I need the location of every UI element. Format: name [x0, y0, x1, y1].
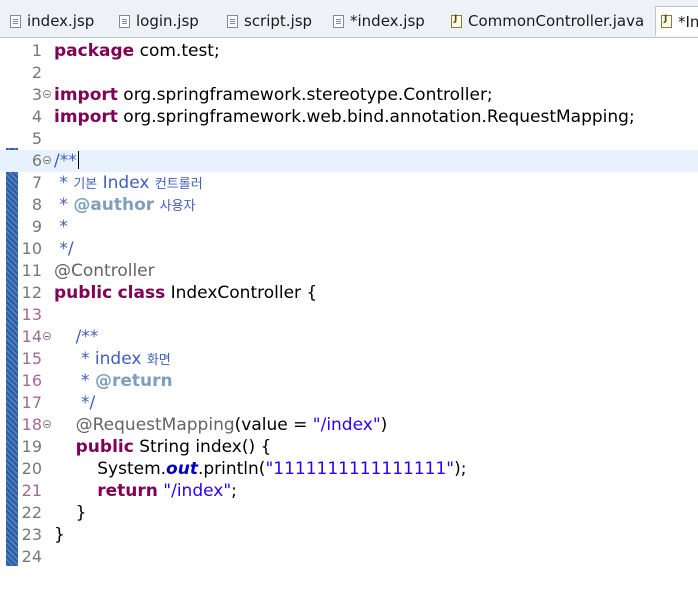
- line-number: 13: [21, 305, 42, 324]
- code-text: * @author 사용자: [54, 195, 196, 215]
- code-line: 13: [0, 304, 698, 326]
- code-text: @Controller: [54, 261, 155, 281]
- line-number: 5: [31, 129, 42, 148]
- code-line: 2: [0, 62, 698, 84]
- tab-label: index.jsp: [27, 12, 95, 30]
- code-line: 1 package com.test;: [0, 40, 698, 62]
- line-number: 3: [31, 85, 42, 104]
- line-number: 11: [21, 261, 42, 280]
- jsp-file-icon: [333, 14, 344, 28]
- code-line-current: 6 /**: [0, 150, 698, 172]
- line-number: 15: [21, 349, 42, 368]
- tab-index-controller-java[interactable]: *In: [655, 6, 698, 36]
- tab-label: *index.jsp: [350, 12, 425, 30]
- code-text: /**: [54, 151, 79, 171]
- code-line: 18 @RequestMapping(value = "/index"): [0, 414, 698, 436]
- editor-tab-bar: index.jsp login.jsp script.jsp *index.js…: [0, 0, 698, 38]
- line-number: 7: [31, 173, 42, 192]
- code-text: import org.springframework.web.bind.anno…: [54, 107, 635, 127]
- code-line: 9 *: [0, 216, 698, 238]
- jsp-file-icon: [10, 14, 21, 28]
- code-text: package com.test;: [54, 41, 220, 61]
- fold-toggle-icon[interactable]: [43, 420, 51, 428]
- line-number: 21: [21, 481, 42, 500]
- code-text: System.out.println("1111111111111111");: [54, 459, 467, 479]
- code-line: 4 import org.springframework.web.bind.an…: [0, 106, 698, 128]
- code-text: /**: [54, 327, 99, 347]
- code-line: 3 import org.springframework.stereotype.…: [0, 84, 698, 106]
- code-line: 23 }: [0, 524, 698, 546]
- code-text: return "/index";: [97, 481, 237, 501]
- code-text: */: [54, 239, 74, 259]
- code-line: 14 /**: [0, 326, 698, 348]
- jsp-file-icon: [119, 14, 130, 28]
- line-number: 23: [21, 525, 42, 544]
- code-text: * index 화면: [54, 349, 171, 369]
- tab-label: login.jsp: [136, 12, 199, 30]
- java-file-icon: [451, 14, 462, 28]
- fold-toggle-icon[interactable]: [43, 90, 51, 98]
- line-number: 1: [31, 41, 42, 60]
- code-text: */: [54, 393, 96, 413]
- jsp-file-icon: [227, 14, 238, 28]
- code-line: 20 System.out.println("1111111111111111"…: [0, 458, 698, 480]
- code-text: public String index() {: [75, 437, 272, 457]
- text-cursor: [77, 151, 79, 169]
- java-file-icon: [661, 14, 672, 28]
- code-text: }: [54, 525, 65, 545]
- line-number: 16: [21, 371, 42, 390]
- code-line: 11 @Controller: [0, 260, 698, 282]
- fold-toggle-icon[interactable]: [43, 156, 51, 164]
- code-line: 8 * @author 사용자: [0, 194, 698, 216]
- code-line: 24: [0, 546, 698, 568]
- tab-common-controller-java[interactable]: CommonController.java: [451, 6, 644, 36]
- code-line: 10 */: [0, 238, 698, 260]
- tab-index-jsp[interactable]: index.jsp: [10, 6, 94, 36]
- code-text: * @return: [54, 371, 173, 391]
- tab-label: *In: [678, 12, 698, 31]
- fold-toggle-icon[interactable]: [43, 332, 51, 340]
- line-number: 14: [21, 327, 42, 346]
- code-line: 17 */: [0, 392, 698, 414]
- tab-index-jsp-dirty[interactable]: *index.jsp: [333, 6, 425, 36]
- tab-label: script.jsp: [244, 12, 313, 30]
- code-line: 16 * @return: [0, 370, 698, 392]
- line-number: 22: [21, 503, 42, 522]
- code-editor[interactable]: 1 package com.test; 2 3 import org.sprin…: [0, 38, 698, 600]
- line-number: 2: [31, 63, 42, 82]
- line-number: 9: [31, 217, 42, 236]
- line-number: 8: [31, 195, 42, 214]
- line-number: 24: [21, 547, 42, 566]
- line-number: 17: [21, 393, 42, 412]
- code-line: 7 * 기본 Index 컨트롤러: [0, 172, 698, 194]
- code-line: 22 }: [0, 502, 698, 524]
- line-number: 20: [21, 459, 42, 478]
- code-line: 5: [0, 128, 698, 150]
- tab-login-jsp[interactable]: login.jsp: [119, 6, 199, 36]
- code-text: @RequestMapping(value = "/index"): [75, 415, 388, 435]
- line-number: 19: [21, 437, 42, 456]
- line-number: 4: [31, 107, 42, 126]
- code-text: public class IndexController {: [54, 283, 318, 303]
- code-line: 15 * index 화면: [0, 348, 698, 370]
- code-line: 19 public String index() {: [0, 436, 698, 458]
- code-line: 21 return "/index";: [0, 480, 698, 502]
- line-number: 10: [21, 239, 42, 258]
- line-number: 12: [21, 283, 42, 302]
- code-text: }: [54, 503, 87, 523]
- code-text: *: [54, 217, 68, 237]
- line-number: 6: [31, 151, 42, 170]
- code-text: * 기본 Index 컨트롤러: [54, 173, 203, 193]
- code-text: import org.springframework.stereotype.Co…: [54, 85, 493, 105]
- tab-script-jsp[interactable]: script.jsp: [227, 6, 312, 36]
- line-number: 18: [21, 415, 42, 434]
- tab-label: CommonController.java: [468, 12, 645, 30]
- code-line: 12 public class IndexController {: [0, 282, 698, 304]
